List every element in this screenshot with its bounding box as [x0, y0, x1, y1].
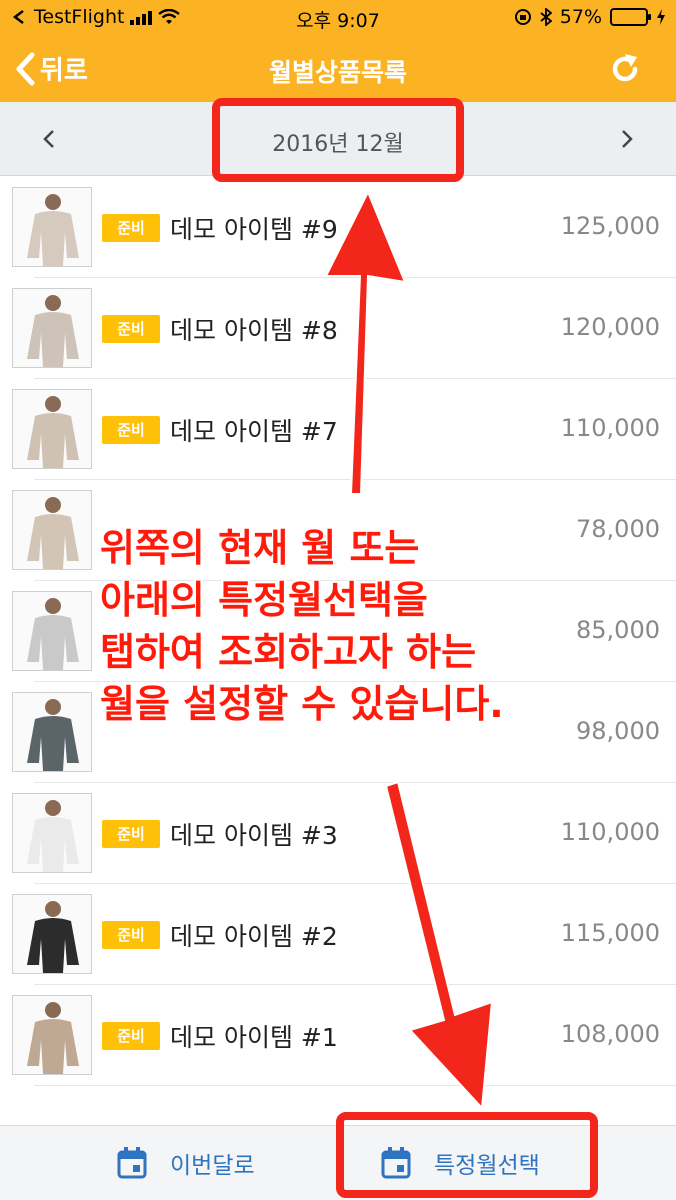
orientation-lock-icon — [514, 9, 531, 25]
product-thumbnail — [12, 692, 92, 772]
month-selector: 2016년 12월 — [0, 102, 676, 176]
select-month-button[interactable]: 특정월선택 — [380, 1140, 540, 1186]
back-button-label: 뒤로 — [40, 56, 88, 86]
item-name: 데모 아이템 #2 — [170, 922, 338, 951]
status-badge: 준비 — [102, 1022, 160, 1050]
product-row[interactable]: 준비 데모 아이템 #3 110,000 — [0, 783, 676, 884]
item-price: 120,000 — [560, 313, 660, 341]
select-month-label: 특정월선택 — [434, 1153, 540, 1179]
status-badge: 준비 — [102, 214, 160, 242]
product-thumbnail — [12, 793, 92, 873]
status-badge: 준비 — [102, 416, 160, 444]
product-thumbnail — [12, 187, 92, 267]
battery-percent: 57% — [559, 6, 602, 28]
product-thumbnail — [12, 591, 92, 671]
current-month-label[interactable]: 2016년 12월 — [0, 126, 676, 158]
calendar-icon — [381, 1147, 411, 1179]
item-name: 데모 아이템 #9 — [170, 215, 338, 244]
this-month-label: 이번달로 — [170, 1153, 255, 1179]
nav-bar: 뒤로 월별상품목록 — [0, 36, 676, 102]
chevron-right-icon — [622, 130, 633, 148]
status-right: 57% — [514, 6, 666, 28]
item-name: 데모 아이템 #1 — [170, 1023, 338, 1052]
product-row[interactable]: 준비 데모 아이템 #9 125,000 — [0, 177, 676, 278]
item-price: 85,000 — [576, 616, 660, 644]
status-badge: 준비 — [102, 921, 160, 949]
battery-icon — [610, 8, 651, 26]
product-row[interactable]: 준비 데모 아이템 #8 120,000 — [0, 278, 676, 379]
calendar-icon — [117, 1147, 147, 1179]
product-thumbnail — [12, 894, 92, 974]
product-row[interactable]: 78,000 — [0, 480, 676, 581]
product-list: 준비 데모 아이템 #9 125,000 준비 데모 아이템 #8 120,000 준비 데모… — [0, 177, 676, 1086]
product-thumbnail — [12, 389, 92, 469]
product-thumbnail — [12, 288, 92, 368]
back-button[interactable]: 뒤로 — [14, 50, 88, 87]
product-row[interactable]: 85,000 — [0, 581, 676, 682]
page-title: 월별상품목록 — [268, 58, 407, 87]
status-badge: 준비 — [102, 820, 160, 848]
product-row[interactable]: 준비 데모 아이템 #1 108,000 — [0, 985, 676, 1086]
chevron-left-icon — [16, 52, 35, 85]
product-row[interactable]: 98,000 — [0, 682, 676, 783]
item-price: 125,000 — [560, 212, 660, 240]
item-price: 115,000 — [560, 919, 660, 947]
charging-bolt-icon — [657, 9, 665, 25]
item-price: 78,000 — [576, 515, 660, 543]
item-price: 98,000 — [576, 717, 660, 745]
item-name: 데모 아이템 #3 — [170, 821, 338, 850]
next-month-button[interactable] — [604, 116, 650, 162]
item-name: 데모 아이템 #8 — [170, 316, 338, 345]
product-row[interactable]: 준비 데모 아이템 #2 115,000 — [0, 884, 676, 985]
item-price: 108,000 — [560, 1020, 660, 1048]
item-name: 데모 아이템 #7 — [170, 417, 338, 446]
bluetooth-icon — [540, 8, 552, 26]
item-price: 110,000 — [560, 414, 660, 442]
status-badge: 준비 — [102, 315, 160, 343]
this-month-button[interactable]: 이번달로 — [116, 1140, 255, 1186]
status-bar: TestFlight 오후 9:07 57% — [0, 0, 676, 36]
refresh-icon[interactable] — [608, 52, 642, 86]
item-price: 110,000 — [560, 818, 660, 846]
product-thumbnail — [12, 490, 92, 570]
bottom-toolbar: 이번달로 특정월선택 — [0, 1125, 676, 1200]
product-thumbnail — [12, 995, 92, 1075]
product-row[interactable]: 준비 데모 아이템 #7 110,000 — [0, 379, 676, 480]
